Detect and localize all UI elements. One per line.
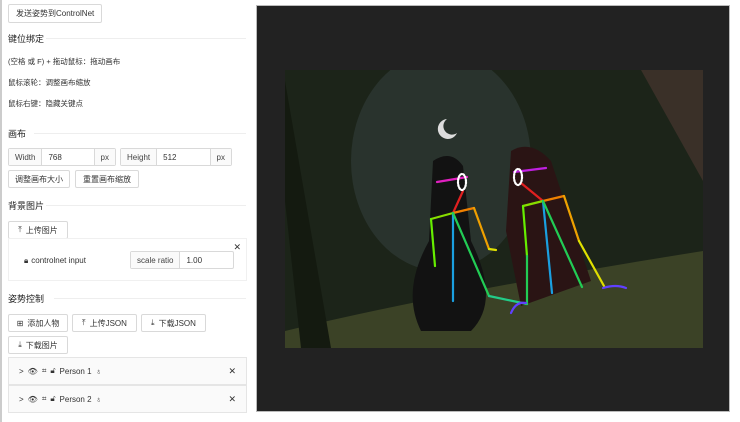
- width-field: Width 768 px: [8, 148, 116, 166]
- close-icon[interactable]: ✕: [233, 242, 241, 253]
- background-image: [285, 70, 703, 348]
- lock-icon[interactable]: 🔓︎: [50, 366, 55, 376]
- drop-icon[interactable]: ♁: [96, 395, 102, 404]
- chevron-right-icon[interactable]: >: [19, 367, 24, 376]
- scale-input[interactable]: 1.00: [179, 252, 233, 268]
- height-input[interactable]: 512: [156, 149, 211, 165]
- drop-icon[interactable]: ♁: [96, 367, 102, 376]
- layer-name-text: controlnet input: [31, 256, 86, 265]
- height-label: Height: [121, 149, 157, 165]
- button-label: 添加人物: [27, 318, 60, 328]
- send-to-controlnet-button[interactable]: 发送姿势到ControlNet: [8, 4, 103, 23]
- download-image-button[interactable]: ⤓ 下载图片: [8, 336, 68, 354]
- person-row[interactable]: > 👁︎ ⌗ 🔓︎ Person 2 ♁ ✕: [8, 385, 247, 413]
- add-person-button[interactable]: ⊞ 添加人物: [8, 314, 68, 332]
- button-label: 上传JSON: [89, 318, 127, 328]
- control-panel: 发送姿势到ControlNet 键位绑定 (空格 或 F) + 拖动鼠标：拖动画…: [0, 0, 250, 422]
- upload-json-button[interactable]: ⤒ 上传JSON: [72, 314, 137, 332]
- button-label: 下载图片: [25, 340, 58, 350]
- divider: [54, 298, 246, 299]
- canvas-heading: 画布: [8, 129, 27, 139]
- width-input[interactable]: 768: [41, 149, 95, 165]
- download-icon: ⤓: [151, 318, 155, 327]
- keybind-line: 鼠标右键：隐藏关键点: [8, 99, 83, 108]
- lock-icon[interactable]: 🔓︎: [50, 394, 55, 404]
- background-layer-card: ✕ 🔒︎ controlnet input scale ratio 1.00: [8, 238, 247, 281]
- keybind-line: 鼠标滚轮：调整画布缩放: [8, 78, 91, 87]
- divider: [46, 38, 246, 39]
- button-label: 下载JSON: [158, 318, 196, 328]
- keybind-line: (空格 或 F) + 拖动鼠标：拖动画布: [8, 57, 121, 66]
- plus-square-icon: ⊞: [16, 318, 24, 328]
- button-label: 重置画布缩放: [83, 174, 131, 184]
- lock-icon[interactable]: 🔒︎: [24, 256, 28, 266]
- upload-icon: ⤒: [82, 318, 86, 327]
- upload-icon: ⤒: [18, 225, 22, 234]
- eye-icon[interactable]: 👁︎: [28, 395, 38, 404]
- divider: [34, 133, 246, 134]
- close-icon[interactable]: ✕: [228, 394, 236, 405]
- person-row[interactable]: > 👁︎ ⌗ 🔓︎ Person 1 ♁ ✕: [8, 357, 247, 385]
- chevron-right-icon[interactable]: >: [19, 395, 24, 404]
- reset-zoom-button[interactable]: 重置画布缩放: [75, 170, 139, 188]
- person-name: Person 2: [59, 394, 92, 404]
- button-label: 上传图片: [25, 225, 58, 235]
- person-name: Person 1: [59, 366, 92, 376]
- scale-ratio-field: scale ratio 1.00: [130, 251, 234, 269]
- button-label: 发送姿势到ControlNet: [16, 9, 95, 18]
- scale-label: scale ratio: [131, 252, 180, 268]
- upload-image-button[interactable]: ⤒ 上传图片: [8, 221, 68, 239]
- unit-label: px: [210, 149, 231, 165]
- divider: [46, 205, 246, 206]
- button-label: 调整画布大小: [15, 174, 63, 184]
- download-icon: ⤓: [18, 340, 22, 349]
- close-icon[interactable]: ✕: [228, 366, 236, 377]
- frame-icon[interactable]: ⌗: [42, 394, 47, 404]
- unit-label: px: [94, 149, 115, 165]
- resize-canvas-button[interactable]: 调整画布大小: [8, 170, 70, 188]
- pose-canvas[interactable]: [256, 5, 730, 412]
- height-field: Height 512 px: [120, 148, 232, 166]
- download-json-button[interactable]: ⤓ 下载JSON: [141, 314, 206, 332]
- pose-heading: 姿势控制: [8, 294, 45, 304]
- keybind-heading: 键位绑定: [8, 34, 45, 44]
- background-heading: 背景图片: [8, 201, 45, 211]
- frame-icon[interactable]: ⌗: [42, 366, 47, 376]
- eye-icon[interactable]: 👁︎: [28, 367, 38, 376]
- width-label: Width: [9, 149, 42, 165]
- pose-overlay: [285, 70, 703, 348]
- layer-name: 🔒︎ controlnet input: [24, 256, 86, 266]
